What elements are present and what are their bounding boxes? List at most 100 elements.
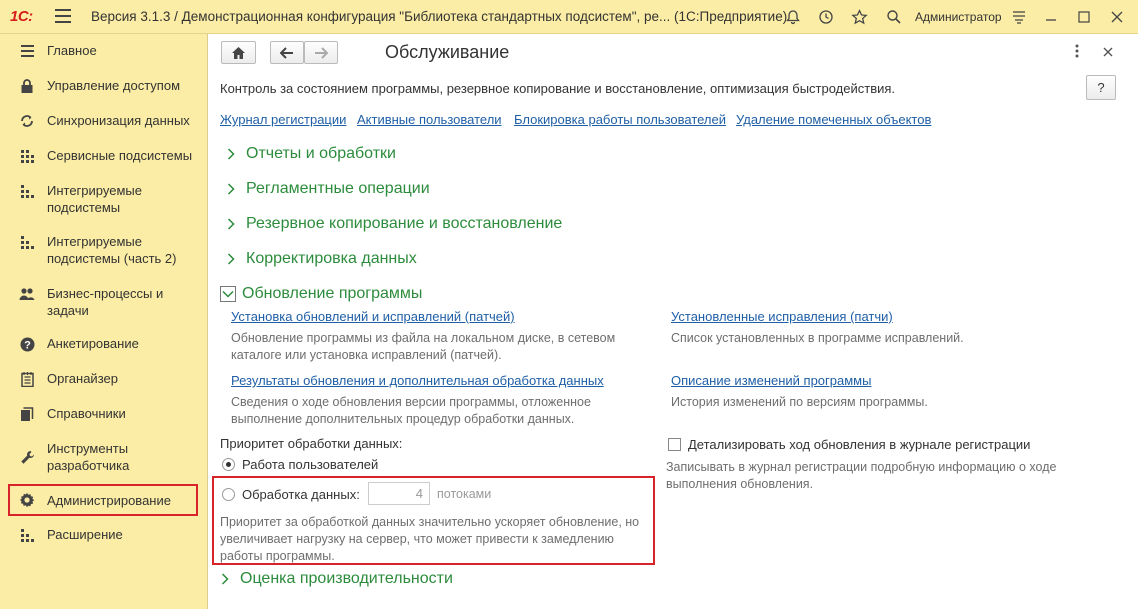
page-title: Обслуживание: [385, 42, 510, 62]
star-icon[interactable]: [849, 7, 869, 27]
title-bar: 1С: Версия 3.1.3 / Демонстрационная конф…: [0, 0, 1138, 34]
sidebar-item-label: Справочники: [47, 406, 126, 421]
home-icon: [232, 46, 245, 59]
radio-button-selected[interactable]: [222, 458, 235, 471]
active-users-link[interactable]: Активные пользователи: [357, 112, 502, 127]
checkbox-label: Детализировать ход обновления в журнале …: [688, 437, 1031, 452]
gear-icon: [18, 491, 36, 509]
priority-note: Приоритет за обработкой данных значитель…: [220, 515, 640, 563]
sidebar-item-label: Бизнес-процессы и задачи: [47, 286, 164, 318]
sidebar-item-service[interactable]: Сервисные подсистемы: [8, 147, 198, 165]
sidebar-item-label: Органайзер: [47, 371, 118, 386]
section-performance[interactable]: Оценка производительности: [218, 570, 453, 588]
wrench-icon: [18, 448, 36, 466]
threads-count-input[interactable]: 4: [368, 482, 430, 505]
installed-patches-link[interactable]: Установленные исправления (патчи): [671, 309, 893, 324]
current-user[interactable]: Администратор: [915, 10, 1002, 24]
main-content: Обслуживание Контроль за состоянием прог…: [209, 34, 1138, 609]
sidebar-item-label: Управление доступом: [47, 78, 181, 93]
chevron-right-icon: [224, 252, 238, 266]
installed-patches-desc: Список установленных в программе исправл…: [671, 331, 964, 345]
maximize-icon[interactable]: [1074, 7, 1094, 27]
sidebar-item-label: Интегрируемые подсистемы (часть 2): [47, 234, 177, 266]
users-icon: [18, 285, 36, 303]
radio-button[interactable]: [222, 488, 235, 501]
radio-users-priority[interactable]: Работа пользователей: [222, 457, 378, 472]
back-button[interactable]: [270, 41, 304, 64]
radio-label: Обработка данных:: [242, 487, 360, 502]
section-backup[interactable]: Резервное копирование и восстановление: [224, 215, 562, 233]
notepad-icon: [18, 370, 36, 388]
sidebar-item-integrated-2[interactable]: Интегрируемые подсистемы (часть 2): [8, 233, 198, 267]
install-updates-link[interactable]: Установка обновлений и исправлений (патч…: [231, 309, 515, 324]
update-results-desc: Сведения о ходе обновления версии програ…: [231, 395, 591, 426]
radio-label: Работа пользователей: [242, 457, 379, 472]
checkbox[interactable]: [668, 438, 681, 451]
section-label: Обновление программы: [242, 285, 423, 302]
bell-icon[interactable]: [783, 7, 803, 27]
close-icon[interactable]: [1107, 7, 1127, 27]
changes-description-link[interactable]: Описание изменений программы: [671, 373, 871, 388]
sidebar-item-extension[interactable]: Расширение: [8, 526, 198, 544]
svg-text:?: ?: [24, 339, 31, 351]
sidebar-item-organizer[interactable]: Органайзер: [8, 370, 198, 388]
update-results-link[interactable]: Результаты обновления и дополнительная о…: [231, 373, 604, 388]
priority-label: Приоритет обработки данных:: [220, 436, 403, 451]
section-reports[interactable]: Отчеты и обработки: [224, 145, 396, 163]
question-icon: ?: [18, 335, 36, 353]
sidebar-item-label: Расширение: [47, 527, 123, 542]
home-button[interactable]: [221, 41, 256, 64]
sidebar-item-catalogs[interactable]: Справочники: [8, 405, 198, 423]
threads-unit-label: потоками: [437, 487, 492, 501]
help-button[interactable]: ?: [1086, 75, 1116, 100]
sidebar-item-sync[interactable]: Синхронизация данных: [8, 112, 198, 130]
section-label: Регламентные операции: [246, 180, 430, 197]
event-log-link[interactable]: Журнал регистрации: [220, 112, 346, 127]
sidebar-item-label: Сервисные подсистемы: [47, 148, 193, 163]
sidebar-item-label: Главное: [47, 43, 97, 58]
sidebar-item-business[interactable]: Бизнес-процессы и задачи: [8, 285, 198, 319]
sidebar-item-integrated[interactable]: Интегрируемые подсистемы: [8, 182, 198, 216]
more-actions-icon[interactable]: [1075, 44, 1085, 60]
section-data-correction[interactable]: Корректировка данных: [224, 250, 417, 268]
detailed-log-checkbox[interactable]: Детализировать ход обновления в журнале …: [668, 437, 1030, 452]
sidebar-item-label: Синхронизация данных: [47, 113, 190, 128]
delete-marked-link[interactable]: Удаление помеченных объектов: [736, 112, 931, 127]
install-updates-desc: Обновление программы из файла на локальн…: [231, 331, 616, 362]
section-scheduled[interactable]: Регламентные операции: [224, 180, 430, 198]
sections-panel: Главное Управление доступом Синхронизаци…: [0, 34, 208, 609]
close-form-icon[interactable]: [1103, 45, 1113, 60]
lock-icon: [18, 77, 36, 95]
section-program-update[interactable]: Обновление программы: [220, 285, 422, 303]
books-icon: [18, 405, 36, 423]
search-icon[interactable]: [884, 7, 904, 27]
section-label: Корректировка данных: [246, 250, 417, 267]
section-label: Резервное копирование и восстановление: [246, 215, 563, 232]
arrow-left-icon: [280, 46, 293, 59]
sidebar-item-access[interactable]: Управление доступом: [8, 77, 198, 95]
chevron-right-icon: [218, 572, 232, 586]
main-menu-button[interactable]: [55, 9, 71, 25]
menu-icon: [18, 42, 36, 60]
sidebar-item-label: Администрирование: [47, 492, 171, 508]
radio-data-priority[interactable]: Обработка данных:: [222, 487, 360, 502]
changes-description-desc: История изменений по версиям программы.: [671, 395, 928, 409]
minimize-icon[interactable]: [1041, 7, 1061, 27]
section-label: Оценка производительности: [240, 570, 453, 587]
settings-menu-icon[interactable]: [1009, 7, 1029, 27]
window-title: Версия 3.1.3 / Демонстрационная конфигур…: [91, 9, 788, 24]
sidebar-item-main[interactable]: Главное: [8, 42, 198, 60]
arrow-right-icon: [315, 46, 328, 59]
forward-button[interactable]: [304, 41, 338, 64]
app-logo: 1С:: [10, 8, 33, 25]
sidebar-item-survey[interactable]: ? Анкетирование: [8, 335, 198, 353]
history-icon[interactable]: [816, 7, 836, 27]
lock-users-link[interactable]: Блокировка работы пользователей: [514, 112, 726, 127]
sidebar-item-dev-tools[interactable]: Инструменты разработчика: [8, 440, 198, 474]
section-label: Отчеты и обработки: [246, 145, 396, 162]
blocks-icon: [18, 182, 36, 200]
grid-icon: [18, 147, 36, 165]
chevron-right-icon: [224, 182, 238, 196]
sidebar-item-administration[interactable]: Администрирование: [8, 484, 198, 516]
detailed-log-note: Записывать в журнал регистрации подробну…: [666, 460, 1057, 491]
